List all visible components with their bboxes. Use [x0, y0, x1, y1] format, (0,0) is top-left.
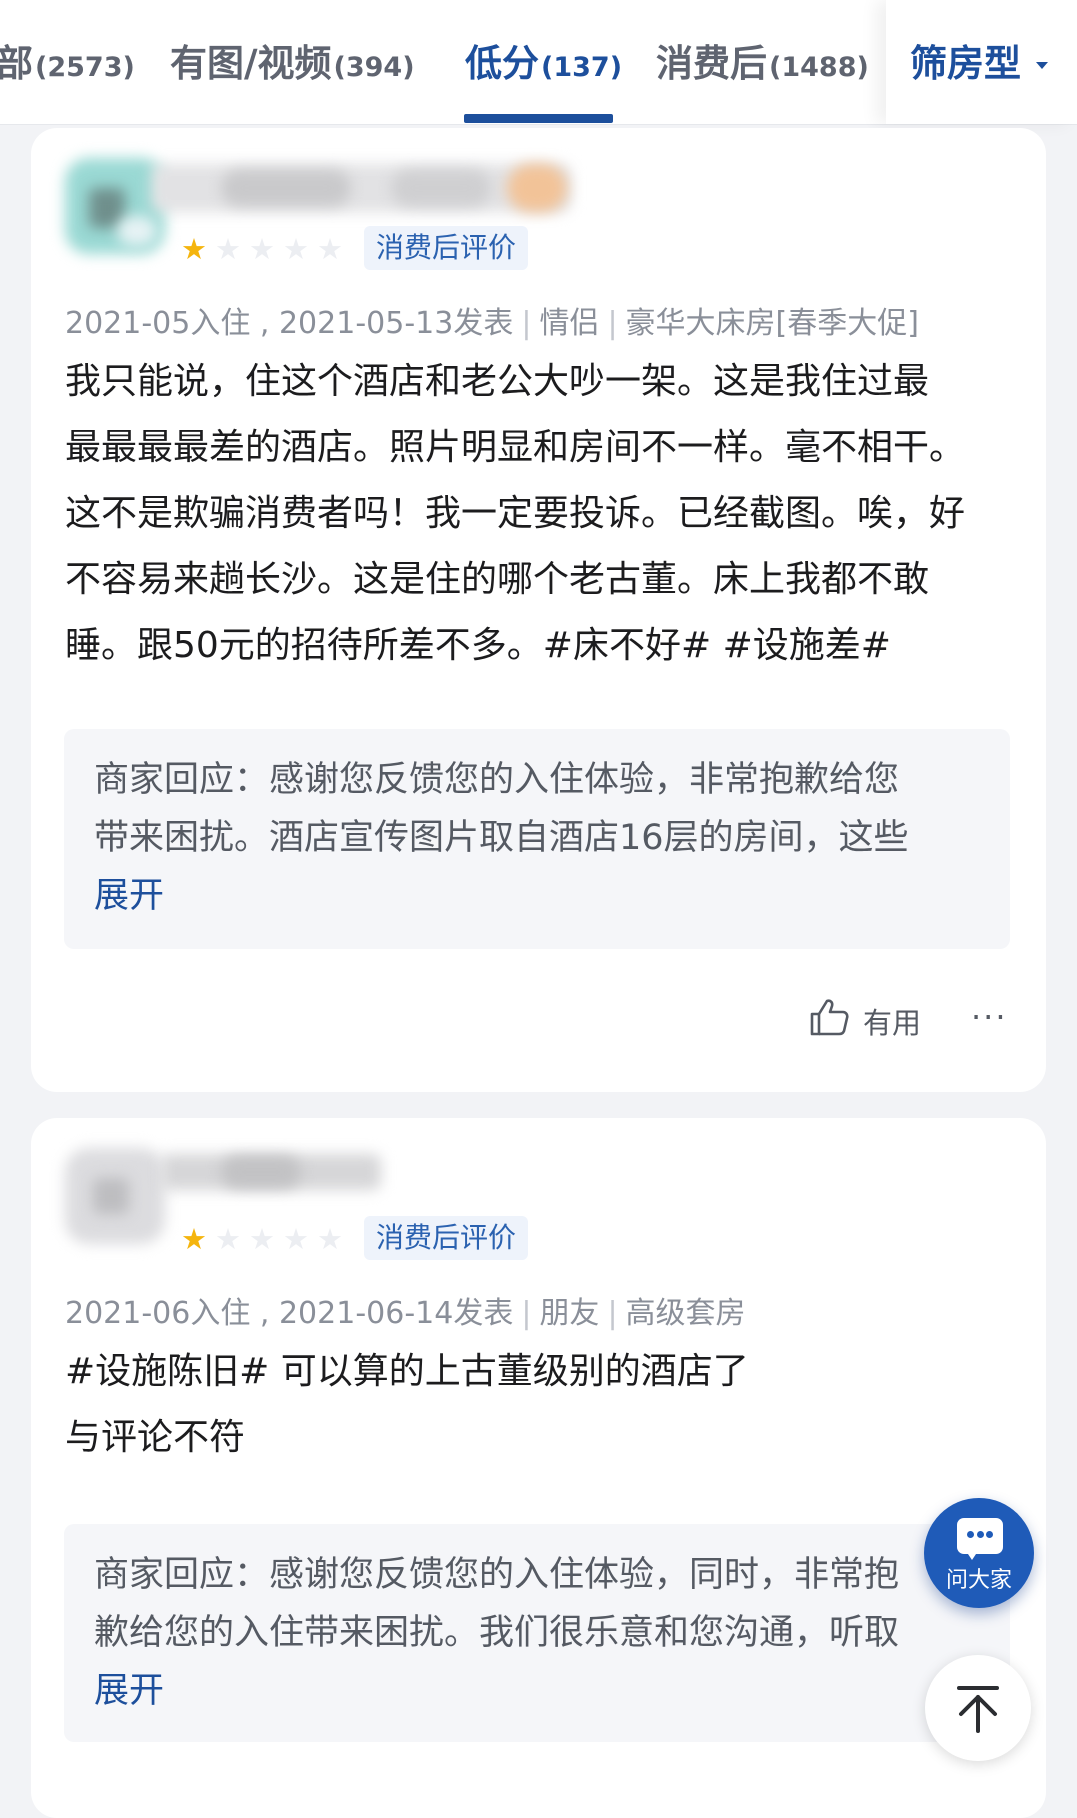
meta-separator: |: [521, 1296, 532, 1331]
reviewer-name-blurred: [151, 160, 571, 218]
more-options-icon[interactable]: ···: [971, 998, 1008, 1036]
tab-low-score-label: 低分: [465, 42, 539, 85]
review-text-line: 我只能说，住这个酒店和老公大吵一架。这是我住过最: [65, 361, 930, 402]
checkin-date: 2021-05入住: [65, 306, 251, 341]
merchant-reply: 商家回应：感谢您反馈您的入住体验，非常抱歉给您 带来困扰。酒店宣传图片取自酒店1…: [64, 729, 1010, 949]
meta-comma: ,: [250, 1296, 279, 1331]
thumbs-up-icon: [809, 998, 849, 1043]
back-to-top-button[interactable]: [925, 1655, 1031, 1761]
star-empty-icon: ★: [215, 1222, 241, 1256]
star-empty-icon: ★: [283, 232, 309, 266]
expand-reply-link[interactable]: 展开: [94, 1662, 164, 1713]
review-text: 我只能说，住这个酒店和老公大吵一架。这是我住过最 最最最最差的酒店。照片明显和房…: [65, 349, 1025, 679]
publish-date: 2021-06-14发表: [278, 1296, 514, 1331]
star-empty-icon: ★: [215, 232, 241, 266]
meta-separator: |: [521, 306, 532, 341]
room-type-filter-label: 筛房型: [910, 42, 1021, 85]
verified-stay-badge: 消费后评价: [364, 226, 529, 270]
room-type-filter-button[interactable]: 筛房型: [886, 0, 1077, 124]
useful-label: 有用: [863, 1005, 922, 1040]
meta-separator: |: [607, 1296, 618, 1331]
star-empty-icon: ★: [249, 1222, 275, 1256]
reviewer-name-blurred: [161, 1154, 391, 1194]
tab-low-score-count: (137): [541, 52, 623, 83]
publish-date: 2021-05-13发表: [278, 306, 514, 341]
merchant-reply-text: 商家回应：感谢您反馈您的入住体验，非常抱歉给您 带来困扰。酒店宣传图片取自酒店1…: [94, 751, 990, 867]
review-text-line: 睡。跟50元的招待所差不多。#床不好# #设施差#: [65, 625, 891, 666]
avatar[interactable]: [65, 1148, 175, 1248]
review-text-line: 与评论不符: [65, 1417, 246, 1458]
useful-button[interactable]: 有用: [809, 998, 921, 1043]
merchant-reply-line: 商家回应：感谢您反馈您的入住体验，同时，非常抱: [94, 1555, 900, 1595]
tab-photo-video[interactable]: 有图/视频(394): [170, 34, 415, 94]
merchant-reply: 商家回应：感谢您反馈您的入住体验，同时，非常抱 歉给您的入住带来困扰。我们很乐意…: [64, 1524, 1010, 1742]
star-filled-icon: ★: [181, 1222, 207, 1256]
review-text: #设施陈旧# 可以算的上古董级别的酒店了 与评论不符: [65, 1339, 1025, 1471]
star-empty-icon: ★: [317, 232, 343, 266]
review-text-line: #设施陈旧# 可以算的上古董级别的酒店了: [65, 1351, 749, 1392]
review-card: ★ ★ ★ ★ ★ 消费后评价 2021-05入住 , 2021-05-13发表…: [31, 128, 1046, 1092]
active-tab-indicator: [464, 114, 613, 123]
star-rating: ★ ★ ★ ★ ★: [181, 1224, 343, 1254]
review-text-line: 不容易来趟长沙。这是住的哪个老古董。床上我都不敢: [65, 559, 930, 600]
caret-down-icon: [1036, 62, 1048, 69]
tab-low-score[interactable]: 低分(137): [465, 34, 622, 94]
ask-everyone-label: 问大家: [945, 1568, 1012, 1593]
merchant-reply-line: 带来困扰。酒店宣传图片取自酒店16层的房间，这些: [94, 818, 909, 858]
review-text-line: 最最最最差的酒店。照片明显和房间不一样。毫不相干。: [65, 427, 966, 468]
room-type: 豪华大床房[春季大促]: [625, 306, 919, 341]
star-empty-icon: ★: [249, 232, 275, 266]
review-text-line: 这不是欺骗消费者吗！我一定要投诉。已经截图。唉，好: [65, 493, 966, 534]
review-filter-tabbar: 部(2573) 有图/视频(394) 低分(137) 消费后(1488) 筛房型: [0, 0, 1077, 125]
room-type: 高级套房: [625, 1296, 746, 1331]
traveler-type: 情侣: [539, 306, 600, 341]
meta-separator: |: [607, 306, 618, 341]
merchant-reply-line: 歉给您的入住带来困扰。我们很乐意和您沟通，听取: [94, 1613, 900, 1653]
tab-all-count: (2573): [35, 52, 135, 83]
tab-photo-video-count: (394): [333, 52, 415, 83]
tab-all[interactable]: 部(2573): [0, 34, 135, 94]
review-meta: 2021-06入住 , 2021-06-14发表 | 朋友 | 高级套房: [65, 1288, 746, 1332]
merchant-reply-text: 商家回应：感谢您反馈您的入住体验，同时，非常抱 歉给您的入住带来困扰。我们很乐意…: [94, 1546, 990, 1662]
star-rating: ★ ★ ★ ★ ★: [181, 234, 343, 264]
chat-bubble-icon: [957, 1518, 1003, 1560]
chat-dots: [967, 1531, 993, 1539]
star-empty-icon: ★: [317, 1222, 343, 1256]
tab-all-label: 部: [0, 42, 33, 85]
verified-stay-badge: 消费后评价: [364, 1216, 529, 1260]
expand-reply-link[interactable]: 展开: [94, 867, 164, 918]
tab-photo-video-label: 有图/视频: [170, 42, 332, 85]
ask-everyone-button[interactable]: 问大家: [924, 1498, 1034, 1608]
review-meta: 2021-05入住 , 2021-05-13发表 | 情侣 | 豪华大床房[春季大促]: [65, 298, 919, 342]
checkin-date: 2021-06入住: [65, 1296, 251, 1331]
meta-comma: ,: [250, 306, 279, 341]
tab-after-purchase[interactable]: 消费后(1488): [656, 34, 869, 94]
traveler-type: 朋友: [539, 1296, 600, 1331]
star-filled-icon: ★: [181, 232, 207, 266]
tab-after-purchase-label: 消费后: [656, 42, 767, 85]
review-card: ★ ★ ★ ★ ★ 消费后评价 2021-06入住 , 2021-06-14发表…: [31, 1118, 1046, 1818]
star-empty-icon: ★: [283, 1222, 309, 1256]
tab-after-purchase-count: (1488): [769, 52, 869, 83]
merchant-reply-line: 商家回应：感谢您反馈您的入住体验，非常抱歉给您: [94, 760, 900, 800]
arrow-up-to-top-icon: [925, 1686, 1031, 1765]
